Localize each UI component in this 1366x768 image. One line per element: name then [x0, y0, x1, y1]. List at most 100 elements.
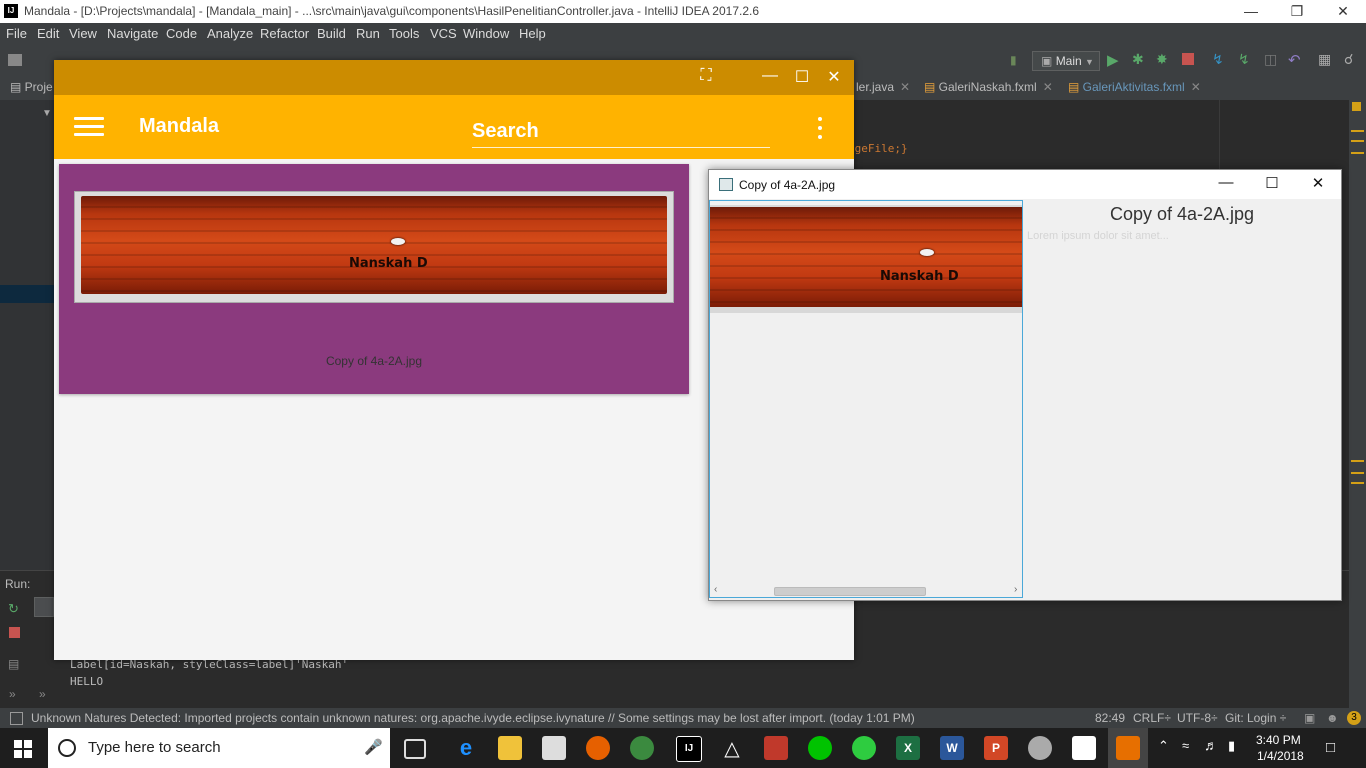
- minimize-icon[interactable]: —: [758, 67, 782, 85]
- windows-taskbar: Type here to search 🎤 e IJ △ X W P ⌃ ≈ ♬…: [0, 728, 1366, 768]
- unity-icon[interactable]: △: [720, 736, 744, 760]
- battery-icon[interactable]: ▮: [1228, 738, 1235, 754]
- microphone-icon[interactable]: 🎤: [364, 738, 383, 756]
- menu-navigate[interactable]: Navigate: [107, 26, 158, 41]
- restore-icon[interactable]: ❐: [1274, 0, 1320, 23]
- warning-marker-icon[interactable]: [1352, 102, 1361, 111]
- more-options-icon[interactable]: [814, 117, 826, 141]
- menu-help[interactable]: Help: [519, 26, 546, 41]
- store-icon[interactable]: [542, 736, 566, 760]
- git-branch[interactable]: Git: Login ÷: [1225, 711, 1286, 725]
- debug-icon[interactable]: ✱: [1132, 51, 1144, 68]
- windows-start-icon[interactable]: [14, 740, 32, 758]
- coverage-icon[interactable]: ✸: [1156, 51, 1168, 68]
- close-tab-icon[interactable]: ✕: [1043, 80, 1053, 94]
- android-studio-icon[interactable]: [630, 736, 654, 760]
- taskbar-search-box[interactable]: Type here to search 🎤: [48, 728, 390, 768]
- horizontal-scrollbar[interactable]: ‹ ›: [712, 584, 1022, 597]
- clock-time[interactable]: 3:40 PM: [1256, 733, 1301, 747]
- tab-project[interactable]: ▤ Proje: [10, 80, 53, 94]
- manuscript-thumbnail[interactable]: Nanskah D: [74, 191, 674, 303]
- fullscreen-icon[interactable]: ⛶: [694, 67, 718, 85]
- revert-icon[interactable]: ↶: [1288, 51, 1301, 69]
- tab-galerinaskah[interactable]: ▤ GaleriNaskah.fxml ✕: [924, 80, 1053, 94]
- leaf-hole: [920, 249, 934, 256]
- menu-vcs[interactable]: VCS: [430, 26, 457, 41]
- gallery-card[interactable]: Nanskah D Copy of 4a-2A.jpg: [59, 164, 689, 394]
- menu-tools[interactable]: Tools: [389, 26, 419, 41]
- search-everywhere-icon[interactable]: ☌: [1344, 51, 1353, 68]
- toggle-tool-windows-icon[interactable]: [10, 712, 23, 725]
- volume-icon[interactable]: ♬: [1204, 737, 1218, 753]
- database-icon[interactable]: [1028, 736, 1052, 760]
- powerpoint-icon[interactable]: P: [984, 736, 1008, 760]
- excel-icon[interactable]: X: [896, 736, 920, 760]
- run-label: Run:: [5, 577, 31, 591]
- firefox-icon[interactable]: [586, 736, 610, 760]
- layout-icon[interactable]: ▤: [8, 657, 19, 671]
- menu-build[interactable]: Build: [317, 26, 346, 41]
- line-separator[interactable]: CRLF÷: [1133, 711, 1171, 725]
- scroll-left-icon[interactable]: ‹: [714, 584, 717, 595]
- dialog-title: Copy of 4a-2A.jpg: [739, 178, 836, 192]
- tab-galeriaktivitas[interactable]: ▤ GaleriAktivitas.fxml ✕: [1068, 80, 1201, 94]
- show-hidden-icons[interactable]: ⌃: [1158, 738, 1169, 754]
- close-icon[interactable]: ✕: [1295, 174, 1341, 192]
- search-input[interactable]: [472, 115, 770, 148]
- image-scroll-pane[interactable]: Nanskah D ‹ ›: [709, 200, 1023, 598]
- maximize-icon[interactable]: ☐: [790, 67, 814, 87]
- scroll-right-icon[interactable]: ›: [1014, 584, 1017, 595]
- clock-date[interactable]: 1/4/2018: [1257, 749, 1304, 763]
- network-icon[interactable]: ≈: [1182, 738, 1189, 753]
- stop-icon[interactable]: [1182, 53, 1194, 65]
- java-app-active[interactable]: [1108, 728, 1148, 768]
- expand-arrow-icon[interactable]: ▼: [42, 108, 52, 119]
- hamburger-menu-icon[interactable]: [74, 117, 104, 137]
- event-log-icon[interactable]: 3: [1347, 711, 1361, 725]
- build-icon[interactable]: ▮: [1010, 53, 1024, 67]
- inspector-icon[interactable]: ☻: [1326, 711, 1339, 725]
- mail-icon[interactable]: [1072, 736, 1096, 760]
- tab-controller-java[interactable]: ler.java ✕: [856, 80, 910, 94]
- minimize-icon[interactable]: —: [1228, 0, 1274, 23]
- intellij-taskbar-icon[interactable]: IJ: [676, 736, 702, 762]
- maximize-icon[interactable]: ☐: [1249, 174, 1295, 192]
- edge-icon[interactable]: e: [454, 736, 478, 760]
- caret-position[interactable]: 82:49: [1095, 711, 1125, 725]
- vcs-update-icon[interactable]: ↯: [1212, 51, 1224, 68]
- menu-code[interactable]: Code: [166, 26, 197, 41]
- winrar-icon[interactable]: [764, 736, 788, 760]
- close-tab-icon[interactable]: ✕: [1191, 80, 1201, 94]
- menu-edit[interactable]: Edit: [37, 26, 59, 41]
- action-center-icon[interactable]: □: [1326, 739, 1335, 756]
- close-tab-icon[interactable]: ✕: [900, 80, 910, 94]
- run-icon[interactable]: ▶: [1107, 51, 1119, 69]
- menu-view[interactable]: View: [69, 26, 97, 41]
- word-icon[interactable]: W: [940, 736, 964, 760]
- stop-run-icon[interactable]: [9, 627, 20, 638]
- expand-icon[interactable]: »: [9, 687, 16, 701]
- run-config-select[interactable]: ▣ Main ▼: [1032, 51, 1100, 71]
- task-view-icon[interactable]: [404, 739, 426, 759]
- file-encoding[interactable]: UTF-8÷: [1177, 711, 1218, 725]
- expand-icon[interactable]: »: [39, 687, 46, 701]
- soft-wrap-icon[interactable]: [34, 597, 54, 617]
- close-icon[interactable]: ✕: [1320, 0, 1366, 23]
- line-app-icon[interactable]: [808, 736, 832, 760]
- scrollbar-thumb[interactable]: [774, 587, 926, 596]
- status-message[interactable]: Unknown Natures Detected: Imported proje…: [31, 711, 915, 725]
- lock-icon[interactable]: ▣: [1304, 711, 1315, 725]
- file-explorer-icon[interactable]: [498, 736, 522, 760]
- minimize-icon[interactable]: —: [1203, 174, 1249, 191]
- rerun-icon[interactable]: ↻: [8, 601, 19, 617]
- menu-window[interactable]: Window: [463, 26, 509, 41]
- menu-run[interactable]: Run: [356, 26, 380, 41]
- vcs-history-icon[interactable]: ◫: [1264, 51, 1277, 68]
- menu-refactor[interactable]: Refactor: [260, 26, 309, 41]
- menu-file[interactable]: File: [6, 26, 27, 41]
- vcs-commit-icon[interactable]: ↯: [1238, 51, 1250, 68]
- menu-analyze[interactable]: Analyze: [207, 26, 253, 41]
- close-icon[interactable]: ✕: [822, 67, 846, 87]
- wifi-hotspot-icon[interactable]: [852, 736, 876, 760]
- project-structure-icon[interactable]: ▦: [1318, 51, 1331, 68]
